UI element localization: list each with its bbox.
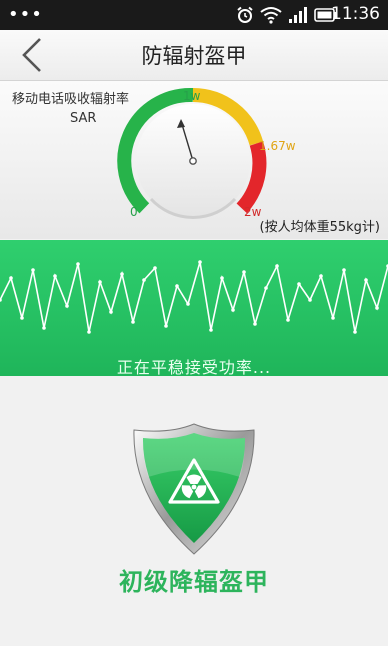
gauge-label-min: 0 <box>130 205 138 219</box>
weight-note: (按人均体重55kg计) <box>259 220 380 235</box>
shield-level-label: 初级降辐盔甲 <box>119 568 269 596</box>
waveform-point <box>9 276 13 280</box>
power-waveform <box>0 260 388 334</box>
signal-icon <box>289 7 307 23</box>
waveform-point <box>375 306 379 310</box>
waveform-point <box>231 308 235 312</box>
radiation-shield-icon[interactable] <box>128 422 260 556</box>
gauge-pivot <box>189 157 197 165</box>
waveform-point <box>264 286 268 290</box>
gauge-label-mid: 1w <box>183 89 201 103</box>
waveform-point <box>142 278 146 282</box>
waveform-line <box>0 261 388 333</box>
waveform-point <box>87 330 91 334</box>
waveform-point <box>109 310 113 314</box>
sar-sub-label: SAR <box>70 111 97 126</box>
waveform-point <box>42 326 46 330</box>
page-title: 防辐射盔甲 <box>141 44 247 68</box>
waveform-point <box>275 264 279 268</box>
waveform-point <box>120 272 124 276</box>
waveform-point <box>308 298 312 302</box>
waveform-point <box>131 320 135 324</box>
status-bar: ••• 11:36 <box>0 0 388 30</box>
waveform-point <box>0 298 2 302</box>
waveform-point <box>242 270 246 274</box>
waveform-point <box>198 260 202 264</box>
waveform-point <box>297 282 301 286</box>
gauge-label-high: 1.67w <box>259 139 296 153</box>
waveform-point <box>253 322 257 326</box>
waveform-point <box>98 280 102 284</box>
top-app-bar: 防辐射盔甲 <box>0 30 388 81</box>
waveform-point <box>286 318 290 322</box>
alarm-icon <box>237 6 253 23</box>
waveform-point <box>342 268 346 272</box>
waveform-point <box>209 328 213 332</box>
waveform-point <box>20 316 24 320</box>
waveform-point <box>153 266 157 270</box>
waveform-point <box>76 262 80 266</box>
waveform-point <box>186 302 190 306</box>
overflow-dots-icon: ••• <box>8 4 43 25</box>
waveform-point <box>175 284 179 288</box>
waveform-point <box>31 268 35 272</box>
waveform-point <box>164 324 168 328</box>
sar-gauge-panel: 移动电话吸收辐射率 SAR 1w 1.67w 0 2w (按人均体重55kg计) <box>0 81 388 239</box>
power-waveform-panel: 正在平稳接受功率... <box>0 240 388 377</box>
waveform-point <box>364 278 368 282</box>
wifi-icon <box>260 7 282 24</box>
status-time: 11:36 <box>331 4 380 24</box>
status-icons <box>236 5 338 25</box>
waveform-point <box>220 276 224 280</box>
waveform-point <box>53 274 57 278</box>
power-status-text: 正在平稳接受功率... <box>116 358 272 377</box>
waveform-point <box>319 274 323 278</box>
waveform-point <box>353 330 357 334</box>
shield-panel: 初级降辐盔甲 <box>0 376 388 646</box>
waveform-point <box>65 304 69 308</box>
waveform-point <box>331 316 335 320</box>
